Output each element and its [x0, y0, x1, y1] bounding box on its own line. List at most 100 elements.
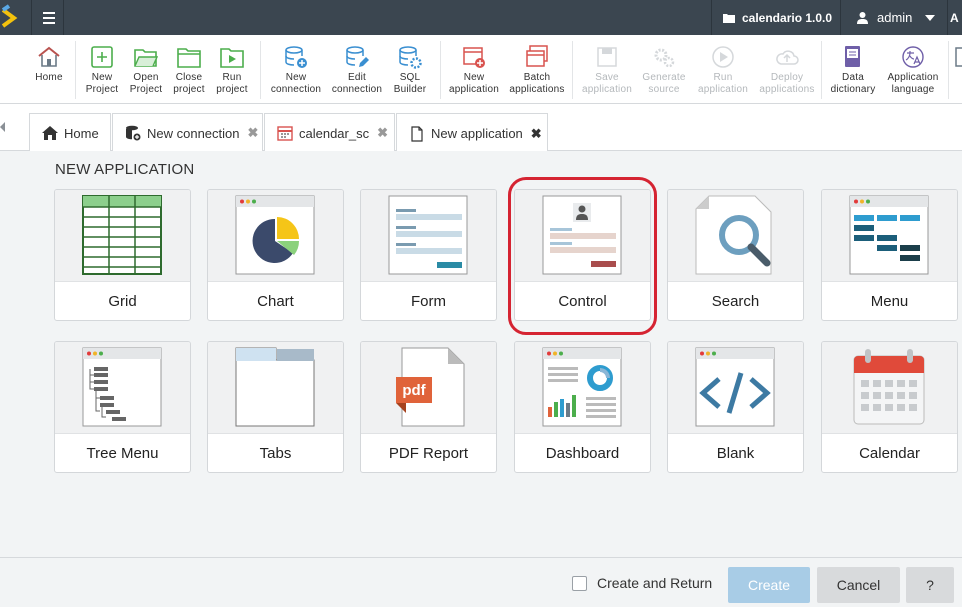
app-card-menu[interactable]: Menu — [821, 189, 958, 321]
app-card-chart[interactable]: Chart — [207, 189, 344, 321]
app-card-label: Form — [361, 281, 496, 320]
app-card-form[interactable]: Form — [360, 189, 497, 321]
dashboard-icon — [542, 347, 622, 427]
home-label: Home — [35, 72, 63, 83]
project-indicator[interactable]: calendario 1.0.0 — [711, 0, 839, 35]
open-project-label-1: Open — [133, 72, 159, 83]
save-application-button[interactable]: Save application — [579, 43, 635, 99]
app-card-search[interactable]: Search — [667, 189, 804, 321]
application-language-button[interactable]: Application language — [884, 43, 942, 99]
tab-calendar-sc[interactable]: calendar_sc ✖ — [264, 113, 395, 152]
deploy-applications-button[interactable]: Deploy applications — [756, 43, 818, 99]
edit-connection-label-1: Edit — [347, 72, 367, 83]
close-project-button[interactable]: Close project — [171, 43, 207, 99]
application-language-label-2: language — [891, 84, 935, 95]
menu-icon — [849, 195, 929, 275]
tab-new-connection-label: New connection — [147, 125, 240, 141]
user-name: admin — [877, 10, 913, 25]
app-card-calendar[interactable]: Calendar — [821, 341, 958, 473]
user-menu[interactable]: admin — [840, 0, 946, 35]
open-project-button[interactable]: Open Project — [127, 43, 165, 99]
tab-home-label: Home — [64, 125, 99, 141]
scriptcase-logo[interactable] — [0, 0, 30, 35]
close-tab-icon[interactable]: ✖ — [248, 125, 259, 141]
create-and-return-label[interactable]: Create and Return — [597, 575, 712, 591]
toolbar-overflow-button[interactable] — [954, 43, 962, 99]
file-icon — [411, 125, 423, 142]
run-project-button[interactable]: Run project — [214, 43, 250, 99]
home-button[interactable]: Home — [34, 43, 64, 99]
windows-stack-icon — [526, 45, 548, 67]
app-card-dashboard[interactable]: Dashboard — [514, 341, 651, 473]
new-application-label-1: New — [463, 72, 485, 83]
deploy-applications-label-1: Deploy — [770, 72, 804, 83]
generate-source-label-1: Generate — [642, 72, 686, 83]
tab-new-application[interactable]: New application ✖ — [396, 113, 548, 153]
tab-new-connection[interactable]: New connection ✖ — [112, 113, 263, 152]
app-card-label: Chart — [208, 281, 343, 320]
data-dictionary-label-1: Data — [842, 72, 864, 83]
save-application-label-1: Save — [595, 72, 619, 83]
close-tab-icon[interactable]: ✖ — [377, 125, 388, 141]
database-add-icon — [126, 125, 141, 141]
tab-calendar-sc-label: calendar_sc — [299, 125, 370, 141]
project-name: calendario 1.0.0 — [742, 10, 833, 25]
tab-home[interactable]: Home — [29, 113, 111, 152]
database-gear-icon — [399, 46, 422, 69]
tree-menu-icon — [82, 347, 162, 427]
cancel-button[interactable]: Cancel — [817, 567, 900, 603]
pdf-icon: pdf — [396, 347, 465, 427]
form-icon — [388, 195, 468, 275]
code-icon — [695, 347, 775, 427]
menu-toggle-icon[interactable] — [31, 0, 64, 35]
app-card-blank[interactable]: Blank — [667, 341, 804, 473]
folder-icon — [723, 13, 735, 23]
app-card-label: Grid — [55, 281, 190, 320]
scroll-left-icon[interactable] — [0, 122, 5, 132]
close-project-label-2: project — [173, 84, 205, 95]
app-card-tabs[interactable]: Tabs — [207, 341, 344, 473]
run-application-button[interactable]: Run application — [695, 43, 751, 99]
generate-source-button[interactable]: Generate source — [639, 43, 689, 99]
main-content: NEW APPLICATION Grid Chart Form Control … — [0, 151, 962, 557]
batch-applications-label-2: applications — [509, 84, 565, 95]
user-icon — [857, 11, 868, 24]
deploy-applications-label-2: applications — [759, 84, 815, 95]
app-card-grid[interactable]: Grid — [54, 189, 191, 321]
grid-icon — [82, 195, 162, 275]
batch-applications-label-1: Batch — [523, 72, 551, 83]
new-connection-label-1: New — [285, 72, 307, 83]
edit-connection-button[interactable]: Edit connection — [329, 43, 385, 99]
new-connection-button[interactable]: New connection — [268, 43, 324, 99]
batch-applications-button[interactable]: Batch applications — [507, 43, 567, 99]
sql-builder-label-2: Builder — [393, 84, 427, 95]
app-card-pdf-report[interactable]: pdf PDF Report — [360, 341, 497, 473]
new-project-button[interactable]: New Project — [84, 43, 120, 99]
pie-chart-icon — [235, 195, 315, 275]
close-project-label-1: Close — [175, 72, 203, 83]
calendar-icon — [853, 349, 925, 425]
data-dictionary-button[interactable]: Data dictionary — [827, 43, 879, 99]
language-menu[interactable]: A — [947, 0, 962, 35]
help-button[interactable]: ? — [906, 567, 954, 603]
tab-bar: Home New connection ✖ calendar_sc ✖ New … — [0, 105, 962, 153]
close-tab-icon[interactable]: ✖ — [531, 126, 542, 142]
create-button[interactable]: Create — [728, 567, 810, 603]
toolbar: Home New Project Open Project Close proj… — [0, 35, 962, 104]
new-application-button[interactable]: New application — [447, 43, 501, 99]
edit-connection-label-2: connection — [331, 84, 383, 95]
create-and-return-checkbox[interactable] — [572, 576, 587, 591]
app-card-tree-menu[interactable]: Tree Menu — [54, 341, 191, 473]
tab-new-application-label: New application — [431, 126, 523, 141]
save-icon — [597, 47, 617, 67]
app-card-label: Menu — [822, 281, 957, 320]
database-edit-icon — [346, 46, 369, 67]
open-project-label-2: Project — [129, 84, 163, 95]
sql-builder-button[interactable]: SQL Builder — [390, 43, 430, 99]
app-card-label: Tree Menu — [55, 433, 190, 472]
language-letter: A — [950, 10, 959, 25]
new-connection-label-2: connection — [270, 84, 322, 95]
app-card-label: Blank — [668, 433, 803, 472]
translate-icon — [902, 46, 924, 68]
run-application-label-1: Run — [713, 72, 733, 83]
